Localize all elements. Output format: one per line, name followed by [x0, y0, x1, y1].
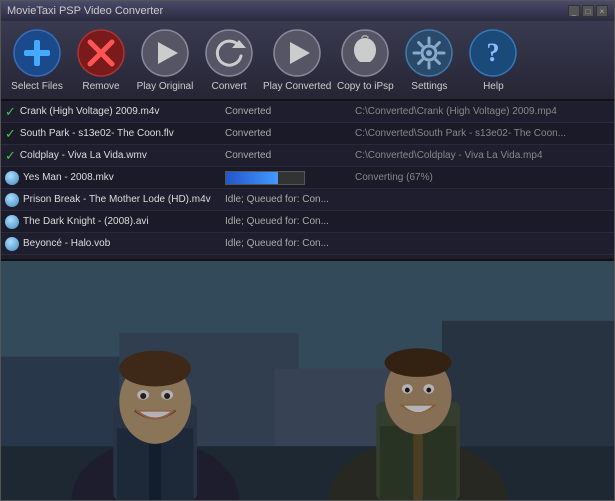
status-cell: Idle; Queued for: Con...	[225, 238, 355, 249]
status-cell: Idle; Queued for: Con...	[225, 216, 355, 227]
preview-area	[1, 261, 614, 500]
preview-image	[1, 261, 614, 500]
path-cell: C:\Converted\South Park - s13e02- The Co…	[355, 128, 610, 139]
table-row[interactable]: The Dark Knight - (2008).avi Idle; Queue…	[1, 211, 614, 233]
table-row[interactable]: Beyoncé - Halo.vob Idle; Queued for: Con…	[1, 233, 614, 255]
minimize-button[interactable]: _	[568, 5, 580, 17]
play-original-icon	[140, 28, 190, 78]
status-cell: Converted	[225, 150, 355, 161]
file-list: ✓ Crank (High Voltage) 2009.m4v Converte…	[1, 101, 614, 261]
remove-icon	[76, 28, 126, 78]
table-row[interactable]: ✓ Coldplay - Viva La Vida.wmv Converted …	[1, 145, 614, 167]
pending-icon	[5, 237, 19, 251]
pending-icon	[5, 215, 19, 229]
select-files-button[interactable]: Select Files	[7, 28, 67, 92]
play-converted-label: Play Converted	[263, 81, 331, 92]
title-controls: _ □ ×	[568, 5, 608, 17]
check-icon: ✓	[5, 126, 16, 142]
maximize-button[interactable]: □	[582, 5, 594, 17]
status-cell: Converted	[225, 106, 355, 117]
help-icon: ?	[468, 28, 518, 78]
file-name: ✓ South Park - s13e02- The Coon.flv	[5, 126, 225, 142]
copy-to-ipsp-button[interactable]: Copy to iPsp	[335, 28, 395, 92]
table-row[interactable]: Prison Break - The Mother Lode (HD).m4v …	[1, 189, 614, 211]
file-name: ✓ Coldplay - Viva La Vida.wmv	[5, 148, 225, 164]
table-row[interactable]: ✓ Crank (High Voltage) 2009.m4v Converte…	[1, 101, 614, 123]
file-name: Yes Man - 2008.mkv	[5, 171, 225, 185]
remove-button[interactable]: Remove	[71, 28, 131, 92]
window-title: MovieTaxi PSP Video Converter	[7, 5, 163, 17]
title-bar: MovieTaxi PSP Video Converter _ □ ×	[1, 1, 614, 21]
help-button[interactable]: ? Help	[463, 28, 523, 92]
remove-label: Remove	[82, 81, 119, 92]
toolbar: Select Files Remove Play Original	[1, 21, 614, 101]
status-cell	[225, 171, 355, 185]
select-files-icon	[12, 28, 62, 78]
pending-icon	[5, 193, 19, 207]
path-cell: C:\Converted\Coldplay - Viva La Vida.mp4	[355, 150, 610, 161]
copy-to-ipsp-label: Copy to iPsp	[337, 81, 394, 92]
path-cell: Converting (67%)	[355, 172, 610, 183]
select-files-label: Select Files	[11, 81, 63, 92]
settings-button[interactable]: Settings	[399, 28, 459, 92]
svg-text:?: ?	[487, 38, 500, 67]
copy-to-ipsp-icon	[340, 28, 390, 78]
convert-button[interactable]: Convert	[199, 28, 259, 92]
file-name: The Dark Knight - (2008).avi	[5, 215, 225, 229]
pending-icon	[5, 171, 19, 185]
play-converted-button[interactable]: Play Converted	[263, 28, 331, 92]
close-button[interactable]: ×	[596, 5, 608, 17]
status-cell: Idle; Queued for: Con...	[225, 194, 355, 205]
path-cell: C:\Converted\Crank (High Voltage) 2009.m…	[355, 106, 610, 117]
check-icon: ✓	[5, 104, 16, 120]
settings-label: Settings	[411, 81, 447, 92]
help-label: Help	[483, 81, 504, 92]
file-name: Beyoncé - Halo.vob	[5, 237, 225, 251]
progress-fill	[226, 172, 278, 184]
convert-label: Convert	[211, 81, 246, 92]
play-original-label: Play Original	[137, 81, 194, 92]
file-name: Prison Break - The Mother Lode (HD).m4v	[5, 193, 225, 207]
file-name: ✓ Crank (High Voltage) 2009.m4v	[5, 104, 225, 120]
table-row[interactable]: ✓ South Park - s13e02- The Coon.flv Conv…	[1, 123, 614, 145]
settings-icon	[404, 28, 454, 78]
progress-bar	[225, 171, 305, 185]
check-icon: ✓	[5, 148, 16, 164]
convert-icon	[204, 28, 254, 78]
play-original-button[interactable]: Play Original	[135, 28, 195, 92]
status-cell: Converted	[225, 128, 355, 139]
table-row[interactable]: Yes Man - 2008.mkv Converting (67%)	[1, 167, 614, 189]
play-converted-icon	[272, 28, 322, 78]
main-window: MovieTaxi PSP Video Converter _ □ × Sele…	[0, 0, 615, 501]
